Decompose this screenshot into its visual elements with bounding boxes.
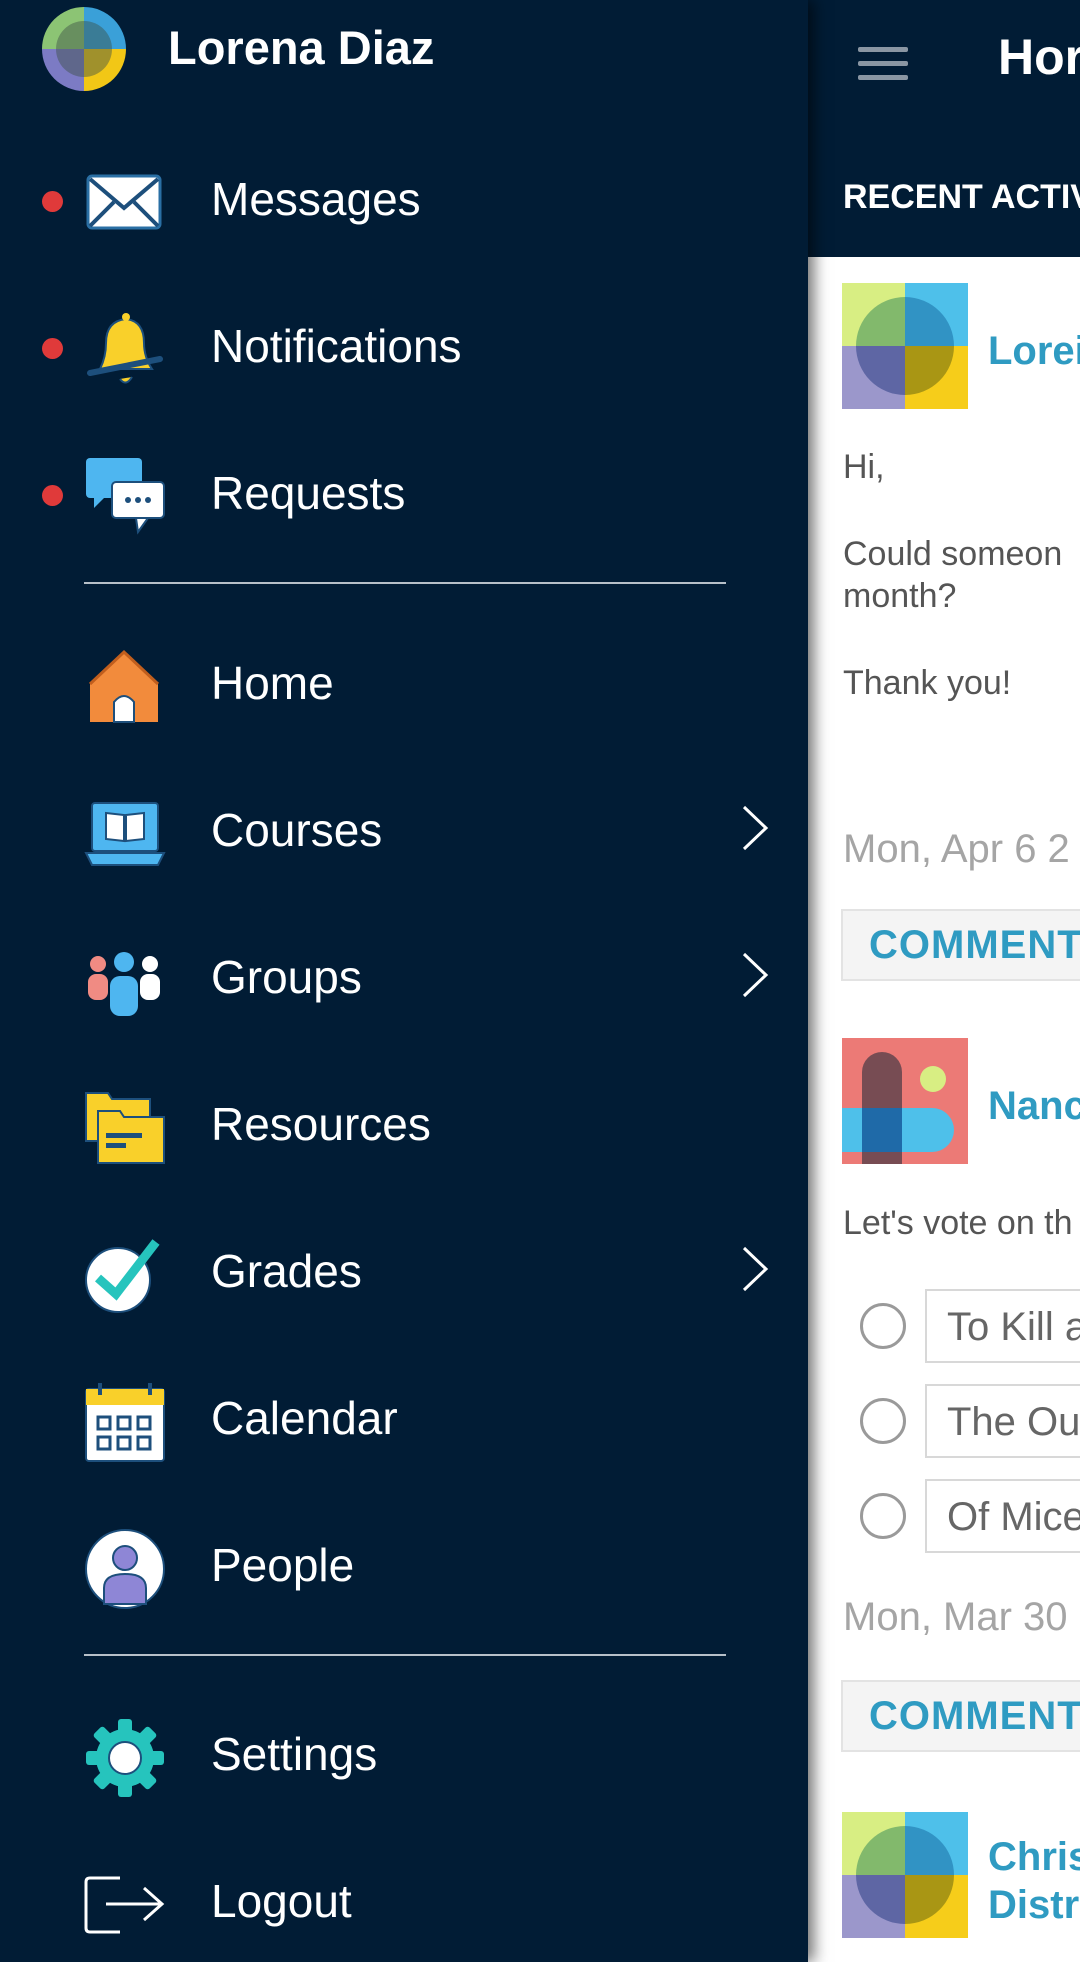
chevron-right-icon[interactable]: [738, 1244, 772, 1294]
people-group-icon: [84, 940, 166, 1022]
poll-option-radio[interactable]: [860, 1493, 906, 1539]
chevron-right-icon[interactable]: [738, 803, 772, 853]
drawer-item-logout[interactable]: Logout: [0, 1844, 808, 1954]
drawer-item-label: Courses: [211, 804, 383, 856]
drawer-item-requests[interactable]: Requests: [0, 436, 808, 546]
drawer-item-label: Calendar: [211, 1392, 398, 1444]
comment-button[interactable]: COMMENT: [841, 909, 1080, 981]
drawer-item-notifications[interactable]: Notifications: [0, 289, 808, 399]
post-text: Let's vote on th: [843, 1204, 1073, 1242]
home-page: Hor RECENT ACTIV Lorei Hi, Could someon …: [808, 0, 1080, 1962]
person-icon: [84, 1528, 166, 1610]
drawer-item-label: Groups: [211, 951, 362, 1003]
drawer-item-resources[interactable]: Resources: [0, 1067, 808, 1177]
section-heading: RECENT ACTIV: [843, 178, 1080, 216]
post-avatar[interactable]: [842, 1812, 968, 1938]
post-text: Thank you!: [843, 664, 1012, 702]
divider: [84, 582, 726, 584]
unread-dot: [42, 485, 63, 506]
envelope-icon: [84, 162, 166, 244]
house-icon: [84, 646, 166, 728]
chat-bubbles-icon: [84, 456, 166, 538]
post-avatar[interactable]: [842, 1038, 968, 1164]
drawer-item-label: Notifications: [211, 320, 462, 372]
drawer-item-home[interactable]: Home: [0, 626, 808, 736]
drawer-item-groups[interactable]: Groups: [0, 920, 808, 1030]
post-date: Mon, Apr 6 2: [843, 827, 1070, 871]
menu-icon[interactable]: [858, 47, 908, 81]
divider: [84, 1654, 726, 1656]
checkmark-icon: [84, 1234, 166, 1316]
poll-option-radio[interactable]: [860, 1303, 906, 1349]
post-author[interactable]: Distr: [988, 1881, 1079, 1929]
comment-button-label: COMMENT: [869, 1694, 1080, 1738]
drawer-item-label: Grades: [211, 1245, 362, 1297]
post-author[interactable]: Nanc: [988, 1082, 1080, 1130]
post-text: Could someon: [843, 535, 1063, 573]
user-name: Lorena Diaz: [168, 21, 435, 74]
drawer-item-label: People: [211, 1539, 355, 1591]
poll-option-label: Of Mice: [947, 1495, 1080, 1539]
bell-icon: [84, 309, 166, 391]
navigation-drawer: Lorena Diaz Messages Notifications Reque…: [0, 0, 808, 1962]
poll-option[interactable]: To Kill a: [925, 1289, 1080, 1363]
post-avatar[interactable]: [842, 283, 968, 409]
unread-dot: [42, 191, 63, 212]
drawer-item-grades[interactable]: Grades: [0, 1214, 808, 1324]
drawer-item-label: Requests: [211, 467, 406, 519]
drawer-item-label: Resources: [211, 1098, 431, 1150]
folders-icon: [84, 1087, 166, 1169]
poll-option[interactable]: The Ou: [925, 1384, 1080, 1458]
poll-option-label: To Kill a: [947, 1305, 1080, 1349]
comment-button[interactable]: COMMENT: [841, 1680, 1080, 1752]
drawer-item-label: Settings: [211, 1728, 378, 1780]
drawer-item-label: Messages: [211, 173, 421, 225]
post-author[interactable]: Lorei: [988, 327, 1080, 375]
poll-option[interactable]: Of Mice: [925, 1479, 1080, 1553]
laptop-book-icon: [84, 793, 166, 875]
app-header: Hor RECENT ACTIV: [808, 0, 1080, 257]
user-avatar[interactable]: [42, 7, 126, 91]
poll-option-label: The Ou: [947, 1400, 1080, 1444]
drawer-item-messages[interactable]: Messages: [0, 142, 808, 252]
poll-option-radio[interactable]: [860, 1398, 906, 1444]
post-text: Hi,: [843, 448, 885, 486]
page-title: Hor: [998, 29, 1080, 85]
drawer-item-label: Logout: [211, 1875, 352, 1927]
calendar-icon: [84, 1381, 166, 1463]
unread-dot: [42, 338, 63, 359]
drawer-item-label: Home: [211, 657, 334, 709]
drawer-item-people[interactable]: People: [0, 1508, 808, 1618]
drawer-item-calendar[interactable]: Calendar: [0, 1361, 808, 1471]
drawer-item-settings[interactable]: Settings: [0, 1697, 808, 1807]
gear-icon: [84, 1717, 166, 1799]
logout-icon: [84, 1864, 166, 1946]
chevron-right-icon[interactable]: [738, 950, 772, 1000]
post-text: month?: [843, 577, 957, 615]
post-author[interactable]: Chris: [988, 1833, 1080, 1881]
drawer-item-courses[interactable]: Courses: [0, 773, 808, 883]
comment-button-label: COMMENT: [869, 923, 1080, 967]
post-date: Mon, Mar 30: [843, 1595, 1068, 1639]
